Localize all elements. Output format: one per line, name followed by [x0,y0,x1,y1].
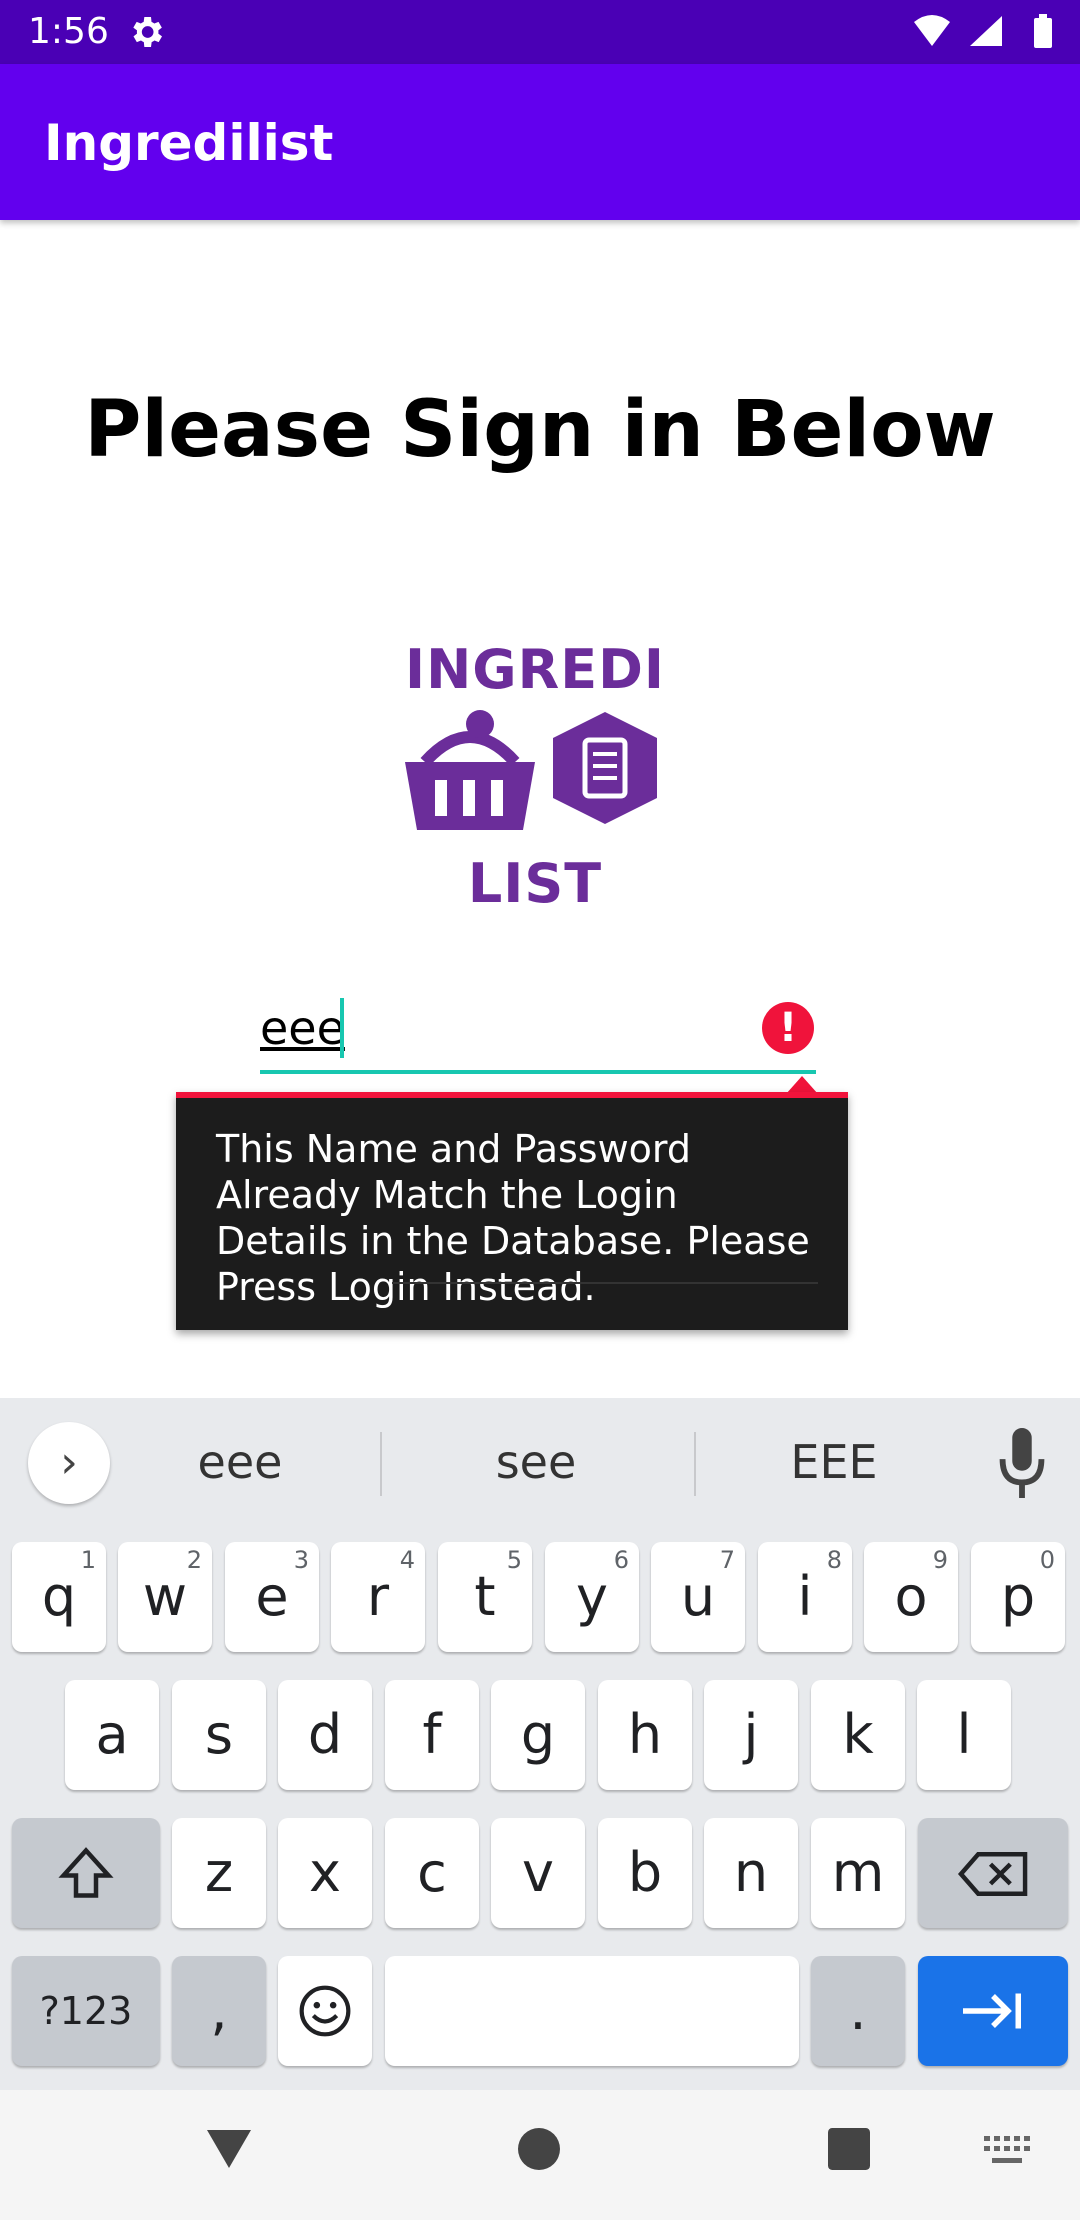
key-d[interactable]: d [278,1680,372,1790]
underlying-field-line [392,1282,818,1284]
recents-square-icon[interactable] [828,2128,870,2170]
symbols-key[interactable]: ?123 [12,1956,160,2066]
key-n[interactable]: n [704,1818,798,1928]
microphone-icon[interactable] [996,1428,1048,1498]
key-j[interactable]: j [704,1680,798,1790]
soft-keyboard: › eee see EEE q1 w2 e3 r4 t5 y6 u7 i8 o9… [0,1398,1080,2090]
key-r[interactable]: r4 [331,1542,425,1652]
signal-icon [970,16,1002,46]
backspace-key[interactable] [918,1818,1068,1928]
status-icons [914,14,1052,48]
key-q[interactable]: q1 [12,1542,106,1652]
suggestion-divider [694,1432,696,1496]
key-p[interactable]: p0 [971,1542,1065,1652]
suggestion-3[interactable]: EEE [714,1432,954,1492]
key-o[interactable]: o9 [864,1542,958,1652]
key-s[interactable]: s [172,1680,266,1790]
emoji-icon [299,1985,351,2037]
key-t[interactable]: t5 [438,1542,532,1652]
suggestion-2[interactable]: see [416,1432,656,1492]
error-icon: ! [762,1002,814,1054]
name-input-value: eee [260,1001,345,1055]
key-b[interactable]: b [598,1818,692,1928]
shift-arrow-icon [58,1847,114,1898]
text-caret [340,998,344,1058]
app-logo: INGREDI LIST [395,640,675,920]
logo-bottom-text: LIST [467,852,603,915]
tab-arrow-icon [963,1993,1021,2029]
keyboard-switch-icon[interactable] [984,2136,1030,2166]
enter-key[interactable] [918,1956,1068,2066]
space-key[interactable] [385,1956,799,2066]
suggestion-strip: › eee see EEE [0,1398,1080,1526]
key-a[interactable]: a [65,1680,159,1790]
app-title: Ingredilist [44,114,334,172]
period-key[interactable]: . [811,1956,905,2066]
comma-key[interactable]: , [172,1956,266,2066]
key-i[interactable]: i8 [758,1542,852,1652]
home-circle-icon[interactable] [518,2128,560,2170]
suggestion-divider [380,1432,382,1496]
app-bar: Ingredilist [0,64,1080,220]
key-g[interactable]: g [491,1680,585,1790]
key-u[interactable]: u7 [651,1542,745,1652]
wifi-icon [914,15,950,46]
key-h[interactable]: h [598,1680,692,1790]
status-time: 1:56 [28,11,109,52]
gear-icon [133,17,162,47]
key-e[interactable]: e3 [225,1542,319,1652]
key-c[interactable]: c [385,1818,479,1928]
battery-icon [1034,14,1052,48]
back-triangle-icon[interactable] [205,2126,253,2170]
key-y[interactable]: y6 [545,1542,639,1652]
key-z[interactable]: z [172,1818,266,1928]
navigation-bar [0,2090,1080,2220]
name-input[interactable]: eee ! [260,990,816,1074]
emoji-key[interactable] [278,1956,372,2066]
backspace-icon [957,1852,1028,1896]
error-popup: This Name and Password Already Match the… [176,1092,848,1330]
key-v[interactable]: v [491,1818,585,1928]
chevron-right-icon[interactable]: › [28,1422,110,1504]
key-w[interactable]: w2 [118,1542,212,1652]
page-heading: Please Sign in Below [84,385,996,475]
logo-top-text: INGREDI [405,638,665,701]
key-x[interactable]: x [278,1818,372,1928]
key-l[interactable]: l [917,1680,1011,1790]
basket-clipboard-icon [405,710,657,830]
status-bar: 1:56 [0,0,1080,64]
key-m[interactable]: m [811,1818,905,1928]
key-f[interactable]: f [385,1680,479,1790]
shift-key[interactable] [12,1818,160,1928]
key-k[interactable]: k [811,1680,905,1790]
suggestion-1[interactable]: eee [120,1432,360,1492]
